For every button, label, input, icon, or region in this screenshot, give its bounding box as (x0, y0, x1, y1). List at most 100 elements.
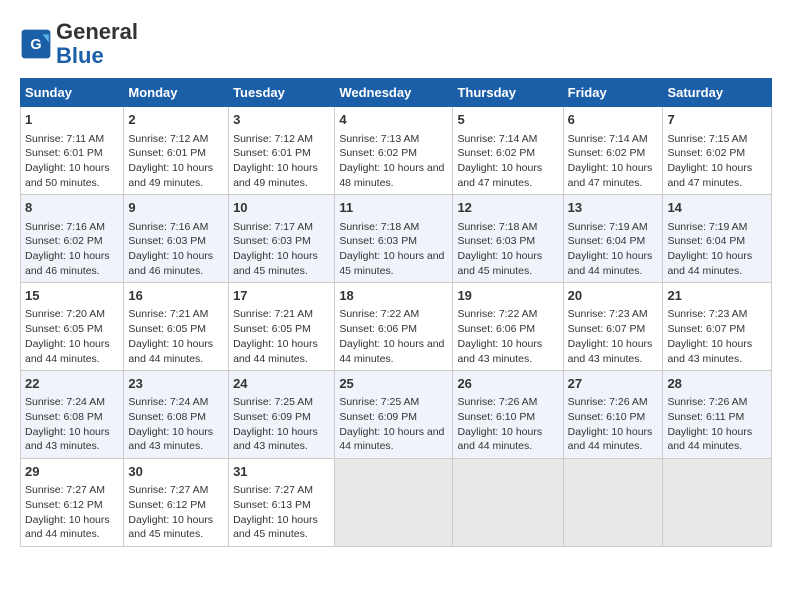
sunrise-label: Sunrise: 7:26 AM (457, 396, 537, 408)
sunset-label: Sunset: 6:09 PM (339, 411, 417, 423)
sunrise-label: Sunrise: 7:22 AM (339, 308, 419, 320)
daylight-label: Daylight: 10 hours and 44 minutes. (457, 426, 542, 453)
day-number: 6 (568, 111, 659, 129)
sunrise-label: Sunrise: 7:14 AM (457, 133, 537, 145)
day-number: 8 (25, 199, 119, 217)
calendar-cell: 12 Sunrise: 7:18 AM Sunset: 6:03 PM Dayligh… (453, 195, 563, 283)
sunrise-label: Sunrise: 7:16 AM (25, 221, 105, 233)
logo-text: General Blue (56, 20, 138, 68)
calendar-cell: 4Sunrise: 7:13 AMSunset: 6:02 PMDaylight… (335, 107, 453, 195)
daylight-label: Daylight: 10 hours and 50 minutes. (25, 162, 110, 189)
day-number: 13 (568, 199, 659, 217)
calendar-cell: 24Sunrise: 7:25 AMSunset: 6:09 PMDayligh… (229, 371, 335, 459)
daylight-label: Daylight: 10 hours and 43 minutes. (457, 338, 542, 365)
daylight-label: Daylight: 10 hours and 45 minutes. (233, 514, 318, 541)
day-number: 5 (457, 111, 558, 129)
calendar-cell (335, 459, 453, 547)
daylight-label: Daylight: 10 hours and 43 minutes. (568, 338, 653, 365)
sunset-label: Sunset: 6:01 PM (128, 147, 206, 159)
calendar-cell: 14Sunrise: 7:19 AMSunset: 6:04 PMDayligh… (663, 195, 772, 283)
daylight-label: Daylight: 10 hours and 44 minutes. (25, 338, 110, 365)
svg-text:G: G (30, 37, 41, 53)
day-number: 21 (667, 287, 767, 305)
daylight-label: Daylight: 10 hours and 44 minutes. (128, 338, 213, 365)
sunset-label: Sunset: 6:01 PM (233, 147, 311, 159)
sunrise-label: Sunrise: 7:21 AM (233, 308, 313, 320)
day-number: 3 (233, 111, 330, 129)
day-number: 24 (233, 375, 330, 393)
calendar-cell: 8Sunrise: 7:16 AMSunset: 6:02 PMDaylight… (21, 195, 124, 283)
daylight-label: Daylight: 10 hours and 46 minutes. (128, 250, 213, 277)
header-saturday: Saturday (663, 79, 772, 107)
daylight-label: Daylight: 10 hours and 44 minutes. (233, 338, 318, 365)
daylight-label: Daylight: 10 hours and 45 minutes. (457, 250, 542, 277)
header-friday: Friday (563, 79, 663, 107)
sunset-label: Sunset: 6:08 PM (25, 411, 103, 423)
sunset-label: Sunset: 6:03 PM (233, 235, 311, 247)
sunset-label: Sunset: 6:07 PM (568, 323, 646, 335)
calendar-cell: 26Sunrise: 7:26 AMSunset: 6:10 PMDayligh… (453, 371, 563, 459)
sunrise-label: Sunrise: 7:18 AM (457, 221, 537, 233)
sunrise-label: Sunrise: 7:21 AM (128, 308, 208, 320)
sunrise-label: Sunrise: 7:22 AM (457, 308, 537, 320)
header-thursday: Thursday (453, 79, 563, 107)
sunset-label: Sunset: 6:10 PM (457, 411, 535, 423)
day-number: 12 (457, 199, 558, 217)
sunset-label: Sunset: 6:12 PM (128, 499, 206, 511)
sunset-label: Sunset: 6:05 PM (233, 323, 311, 335)
calendar-cell: 27Sunrise: 7:26 AMSunset: 6:10 PMDayligh… (563, 371, 663, 459)
daylight-label: Daylight: 10 hours and 44 minutes. (568, 250, 653, 277)
calendar-cell: 11Sunrise: 7:18 AMSunset: 6:03 PMDayligh… (335, 195, 453, 283)
calendar-cell: 19Sunrise: 7:22 AMSunset: 6:06 PMDayligh… (453, 283, 563, 371)
calendar-cell: 31Sunrise: 7:27 AMSunset: 6:13 PMDayligh… (229, 459, 335, 547)
daylight-label: Daylight: 10 hours and 44 minutes. (568, 426, 653, 453)
calendar-table: SundayMondayTuesdayWednesdayThursdayFrid… (20, 78, 772, 547)
daylight-label: Daylight: 10 hours and 47 minutes. (457, 162, 542, 189)
day-number: 1 (25, 111, 119, 129)
calendar-cell: 20Sunrise: 7:23 AMSunset: 6:07 PMDayligh… (563, 283, 663, 371)
day-number: 25 (339, 375, 448, 393)
sunrise-label: Sunrise: 7:17 AM (233, 221, 313, 233)
day-number: 10 (233, 199, 330, 217)
day-number: 23 (128, 375, 224, 393)
sunset-label: Sunset: 6:02 PM (568, 147, 646, 159)
calendar-cell: 18Sunrise: 7:22 AMSunset: 6:06 PMDayligh… (335, 283, 453, 371)
sunrise-label: Sunrise: 7:12 AM (233, 133, 313, 145)
header-tuesday: Tuesday (229, 79, 335, 107)
day-number: 18 (339, 287, 448, 305)
sunset-label: Sunset: 6:04 PM (667, 235, 745, 247)
daylight-label: Daylight: 10 hours and 43 minutes. (128, 426, 213, 453)
sunrise-label: Sunrise: 7:20 AM (25, 308, 105, 320)
calendar-cell: 10 Sunrise: 7:17 AM Sunset: 6:03 PM Dayligh… (229, 195, 335, 283)
calendar-cell: 5Sunrise: 7:14 AMSunset: 6:02 PMDaylight… (453, 107, 563, 195)
sunrise-label: Sunrise: 7:24 AM (25, 396, 105, 408)
daylight-label: Daylight: 10 hours and 45 minutes. (233, 250, 318, 277)
sunrise-label: Sunrise: 7:15 AM (667, 133, 747, 145)
daylight-label: Daylight: 10 hours and 49 minutes. (128, 162, 213, 189)
sunset-label: Sunset: 6:05 PM (25, 323, 103, 335)
daylight-label: Daylight: 10 hours and 43 minutes. (233, 426, 318, 453)
page-header: G General Blue (20, 20, 772, 68)
calendar-cell: 6Sunrise: 7:14 AMSunset: 6:02 PMDaylight… (563, 107, 663, 195)
sunset-label: Sunset: 6:03 PM (457, 235, 535, 247)
sunrise-label: Sunrise: 7:19 AM (568, 221, 648, 233)
calendar-cell: 2Sunrise: 7:12 AMSunset: 6:01 PMDaylight… (124, 107, 229, 195)
week-row-5: 29Sunrise: 7:27 AMSunset: 6:12 PMDayligh… (21, 459, 772, 547)
sunset-label: Sunset: 6:11 PM (667, 411, 744, 423)
day-number: 31 (233, 463, 330, 481)
daylight-label: Daylight: 10 hours and 43 minutes. (667, 338, 752, 365)
daylight-label: Daylight: 10 hours and 44 minutes. (339, 338, 444, 365)
calendar-cell: 7Sunrise: 7:15 AMSunset: 6:02 PMDaylight… (663, 107, 772, 195)
calendar-header-row: SundayMondayTuesdayWednesdayThursdayFrid… (21, 79, 772, 107)
calendar-cell: 30Sunrise: 7:27 AMSunset: 6:12 PMDayligh… (124, 459, 229, 547)
day-number: 7 (667, 111, 767, 129)
sunset-label: Sunset: 6:06 PM (457, 323, 535, 335)
sunrise-label: Sunrise: 7:25 AM (233, 396, 313, 408)
week-row-4: 22Sunrise: 7:24 AMSunset: 6:08 PMDayligh… (21, 371, 772, 459)
sunrise-label: Sunrise: 7:19 AM (667, 221, 747, 233)
calendar-cell: 17Sunrise: 7:21 AMSunset: 6:05 PMDayligh… (229, 283, 335, 371)
sunrise-label: Sunrise: 7:26 AM (667, 396, 747, 408)
calendar-cell: 28Sunrise: 7:26 AMSunset: 6:11 PMDayligh… (663, 371, 772, 459)
logo: G General Blue (20, 20, 138, 68)
daylight-label: Daylight: 10 hours and 47 minutes. (667, 162, 752, 189)
